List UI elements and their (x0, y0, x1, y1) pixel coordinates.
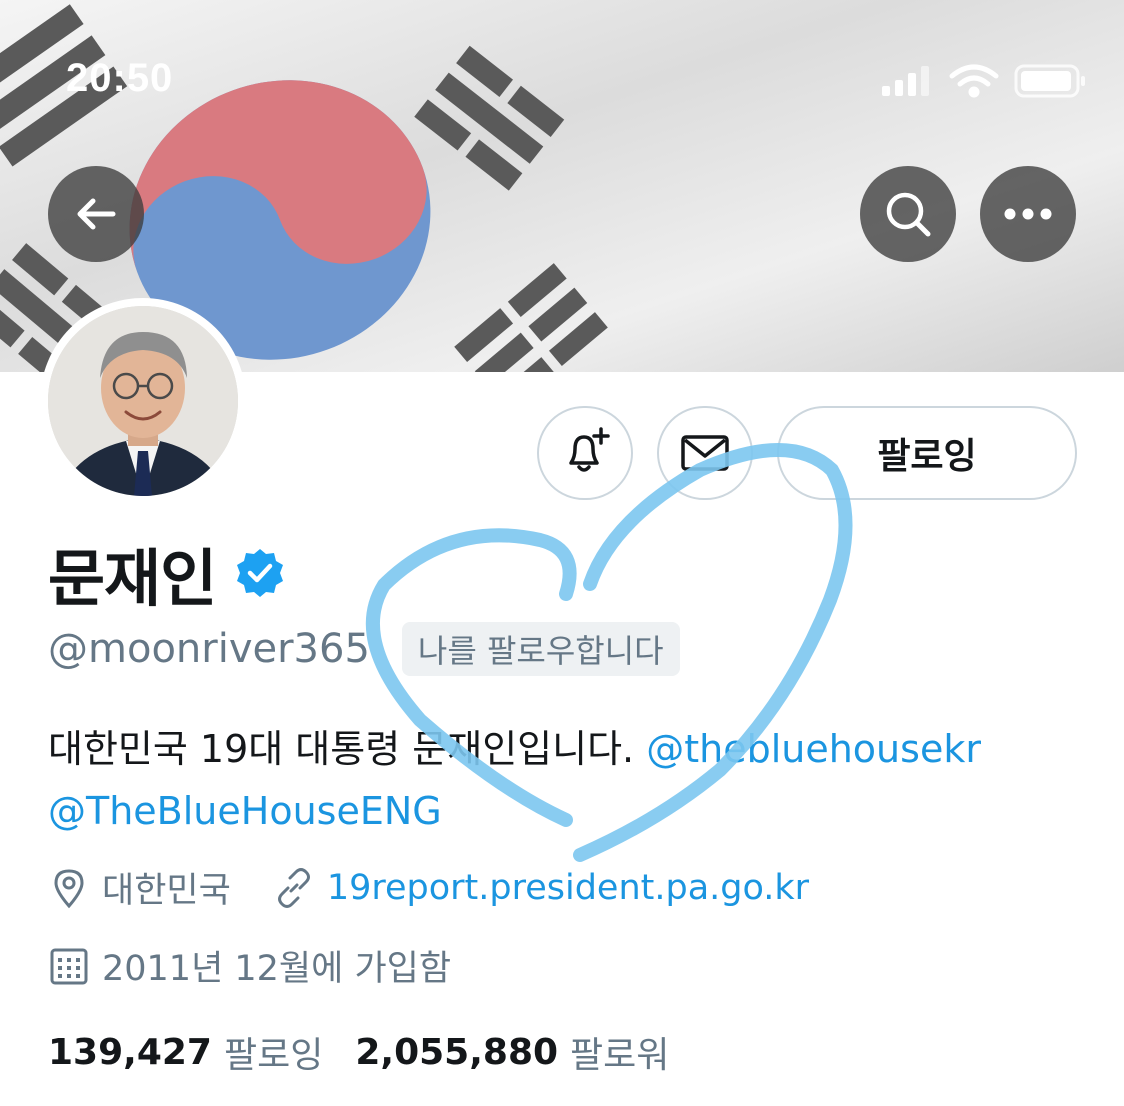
back-button[interactable] (48, 166, 144, 262)
name-row: 문재인 (48, 528, 286, 618)
more-button[interactable] (980, 166, 1076, 262)
search-button[interactable] (860, 166, 956, 262)
signal-icon (882, 66, 929, 96)
following-count[interactable]: 139,427 (48, 1032, 212, 1073)
followers-label[interactable]: 팔로워 (570, 1026, 669, 1078)
bio-mention-link[interactable]: @TheBlueHouseENG (48, 789, 442, 833)
profile-joined-row: 2011년 12월에 가입함 (48, 940, 451, 991)
message-button[interactable] (657, 406, 753, 500)
user-handle: @moonriver365 (48, 626, 370, 672)
more-dots-icon (1004, 208, 1052, 220)
location-text: 대한민국 (102, 871, 231, 911)
calendar-icon (50, 948, 88, 984)
location-pin-icon (54, 868, 84, 908)
verified-badge-icon (237, 549, 284, 597)
avatar-photo (48, 306, 238, 496)
bio-mention-link[interactable]: @thebluehousekr (646, 727, 981, 771)
bio-text: 대한민국 19대 대통령 문재인입니다. (48, 727, 635, 771)
display-name: 문재인 (48, 542, 217, 615)
notify-button[interactable] (537, 406, 633, 500)
bell-plus-icon (569, 427, 610, 472)
following-label[interactable]: 팔로잉 (224, 1026, 323, 1078)
battery-icon (1014, 64, 1085, 98)
joined-date: 2011년 12월에 가입함 (102, 949, 452, 989)
arrow-left-icon (77, 198, 116, 230)
follows-you-badge: 나를 팔로우합니다 (401, 622, 680, 676)
website-link[interactable]: 19report.president.pa.go.kr (327, 868, 809, 908)
profile-meta-row: 대한민국 19report.president.pa.go.kr (48, 862, 809, 913)
follow-counts: 139,427 팔로잉 2,055,880 팔로워 (48, 1026, 669, 1078)
link-icon (277, 867, 310, 908)
envelope-icon (681, 435, 729, 471)
search-icon (886, 192, 931, 237)
status-time: 20:50 (66, 56, 174, 100)
handle-row: @moonriver365 나를 팔로우합니다 (48, 622, 680, 676)
avatar[interactable] (40, 298, 246, 504)
profile-bio: 대한민국 19대 대통령 문재인입니다. @thebluehousekr @Th… (48, 718, 1088, 842)
followers-count[interactable]: 2,055,880 (355, 1032, 558, 1073)
status-icons (882, 64, 1085, 98)
wifi-icon (949, 64, 999, 98)
following-button[interactable]: 팔로잉 (777, 406, 1077, 500)
